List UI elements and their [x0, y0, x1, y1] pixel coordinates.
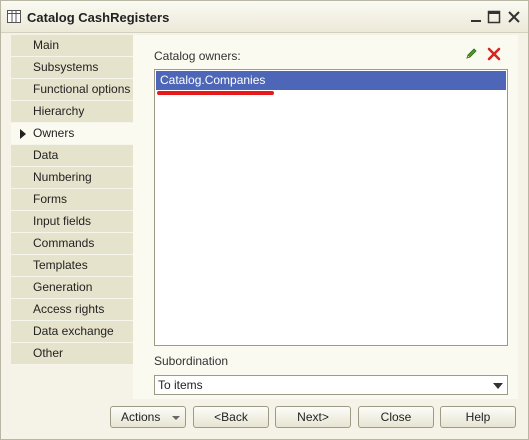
sidebar-item-label: Input fields — [33, 214, 92, 228]
title-bar: Catalog CashRegisters — [1, 1, 528, 33]
sidebar-item-owners[interactable]: Owners — [11, 123, 134, 145]
sidebar-item-label: Templates — [33, 258, 88, 272]
help-button[interactable]: Help — [440, 406, 516, 428]
next-button[interactable]: Next> — [275, 406, 351, 428]
sidebar-item-data[interactable]: Data — [11, 145, 134, 167]
sidebar-item-numbering[interactable]: Numbering — [11, 167, 134, 189]
pencil-icon[interactable] — [464, 47, 478, 61]
owners-panel: Catalog owners: Catalog.Companies Subord… — [133, 35, 518, 399]
sidebar-item-functional-options[interactable]: Functional options — [11, 79, 134, 101]
subordination-value: To items — [158, 378, 203, 392]
sidebar-item-label: Owners — [33, 126, 75, 140]
sidebar-item-label: Commands — [33, 236, 95, 250]
catalog-owners-label: Catalog owners: — [154, 49, 241, 63]
subordination-select[interactable]: To items — [154, 375, 508, 395]
close-icon[interactable] — [507, 10, 521, 24]
maximize-icon[interactable] — [487, 10, 501, 24]
sidebar-item-other[interactable]: Other — [11, 343, 134, 365]
sidebar-item-label: Other — [33, 346, 64, 360]
sidebar-item-forms[interactable]: Forms — [11, 189, 134, 211]
window-title: Catalog CashRegisters — [27, 10, 170, 25]
sidebar-item-input-fields[interactable]: Input fields — [11, 211, 134, 233]
active-arrow-icon — [20, 129, 26, 139]
sidebar-item-label: Generation — [33, 280, 93, 294]
sidebar-item-label: Functional options — [33, 82, 131, 96]
sidebar-item-access-rights[interactable]: Access rights — [11, 299, 134, 321]
sidebar-item-hierarchy[interactable]: Hierarchy — [11, 101, 134, 123]
sidebar-item-commands[interactable]: Commands — [11, 233, 134, 255]
actions-label: Actions — [121, 410, 161, 424]
sidebar-item-label: Data — [33, 148, 59, 162]
sidebar-item-label: Access rights — [33, 302, 105, 316]
catalog-window: Catalog CashRegisters Main Subsystems Fu… — [0, 0, 529, 440]
sidebar-item-templates[interactable]: Templates — [11, 255, 134, 277]
sidebar-item-label: Numbering — [33, 170, 92, 184]
sidebar-item-label: Hierarchy — [33, 104, 85, 118]
back-button[interactable]: <Back — [193, 406, 269, 428]
sidebar-item-label: Main — [33, 38, 60, 52]
annotation-underline — [157, 91, 274, 95]
sidebar-item-main[interactable]: Main — [11, 35, 134, 57]
owners-list[interactable]: Catalog.Companies — [154, 69, 508, 346]
sidebar-item-subsystems[interactable]: Subsystems — [11, 57, 134, 79]
catalog-table-icon — [7, 10, 21, 23]
close-button[interactable]: Close — [358, 406, 434, 428]
dropdown-arrow-icon — [172, 416, 180, 420]
minimize-icon[interactable] — [469, 10, 483, 24]
sidebar-item-label: Subsystems — [33, 60, 99, 74]
sidebar-item-label: Data exchange — [33, 324, 114, 338]
section-sidebar: Main Subsystems Functional options Hiera… — [11, 35, 134, 367]
delete-x-icon[interactable] — [487, 47, 501, 61]
sidebar-item-label: Forms — [33, 192, 67, 206]
actions-button[interactable]: Actions — [110, 406, 186, 428]
list-item[interactable]: Catalog.Companies — [156, 71, 506, 90]
chevron-down-icon[interactable] — [493, 383, 503, 389]
subordination-label: Subordination — [154, 354, 229, 368]
sidebar-item-generation[interactable]: Generation — [11, 277, 134, 299]
sidebar-item-data-exchange[interactable]: Data exchange — [11, 321, 134, 343]
